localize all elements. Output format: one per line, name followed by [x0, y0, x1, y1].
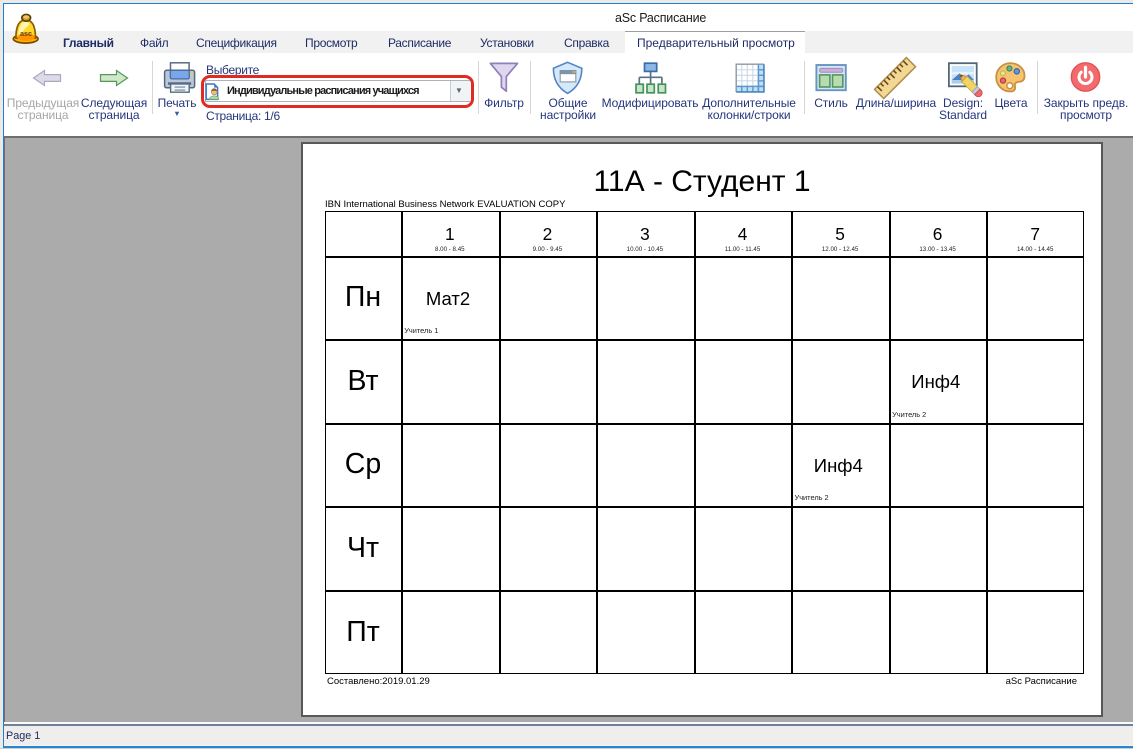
svg-text:asc: asc	[20, 29, 32, 38]
